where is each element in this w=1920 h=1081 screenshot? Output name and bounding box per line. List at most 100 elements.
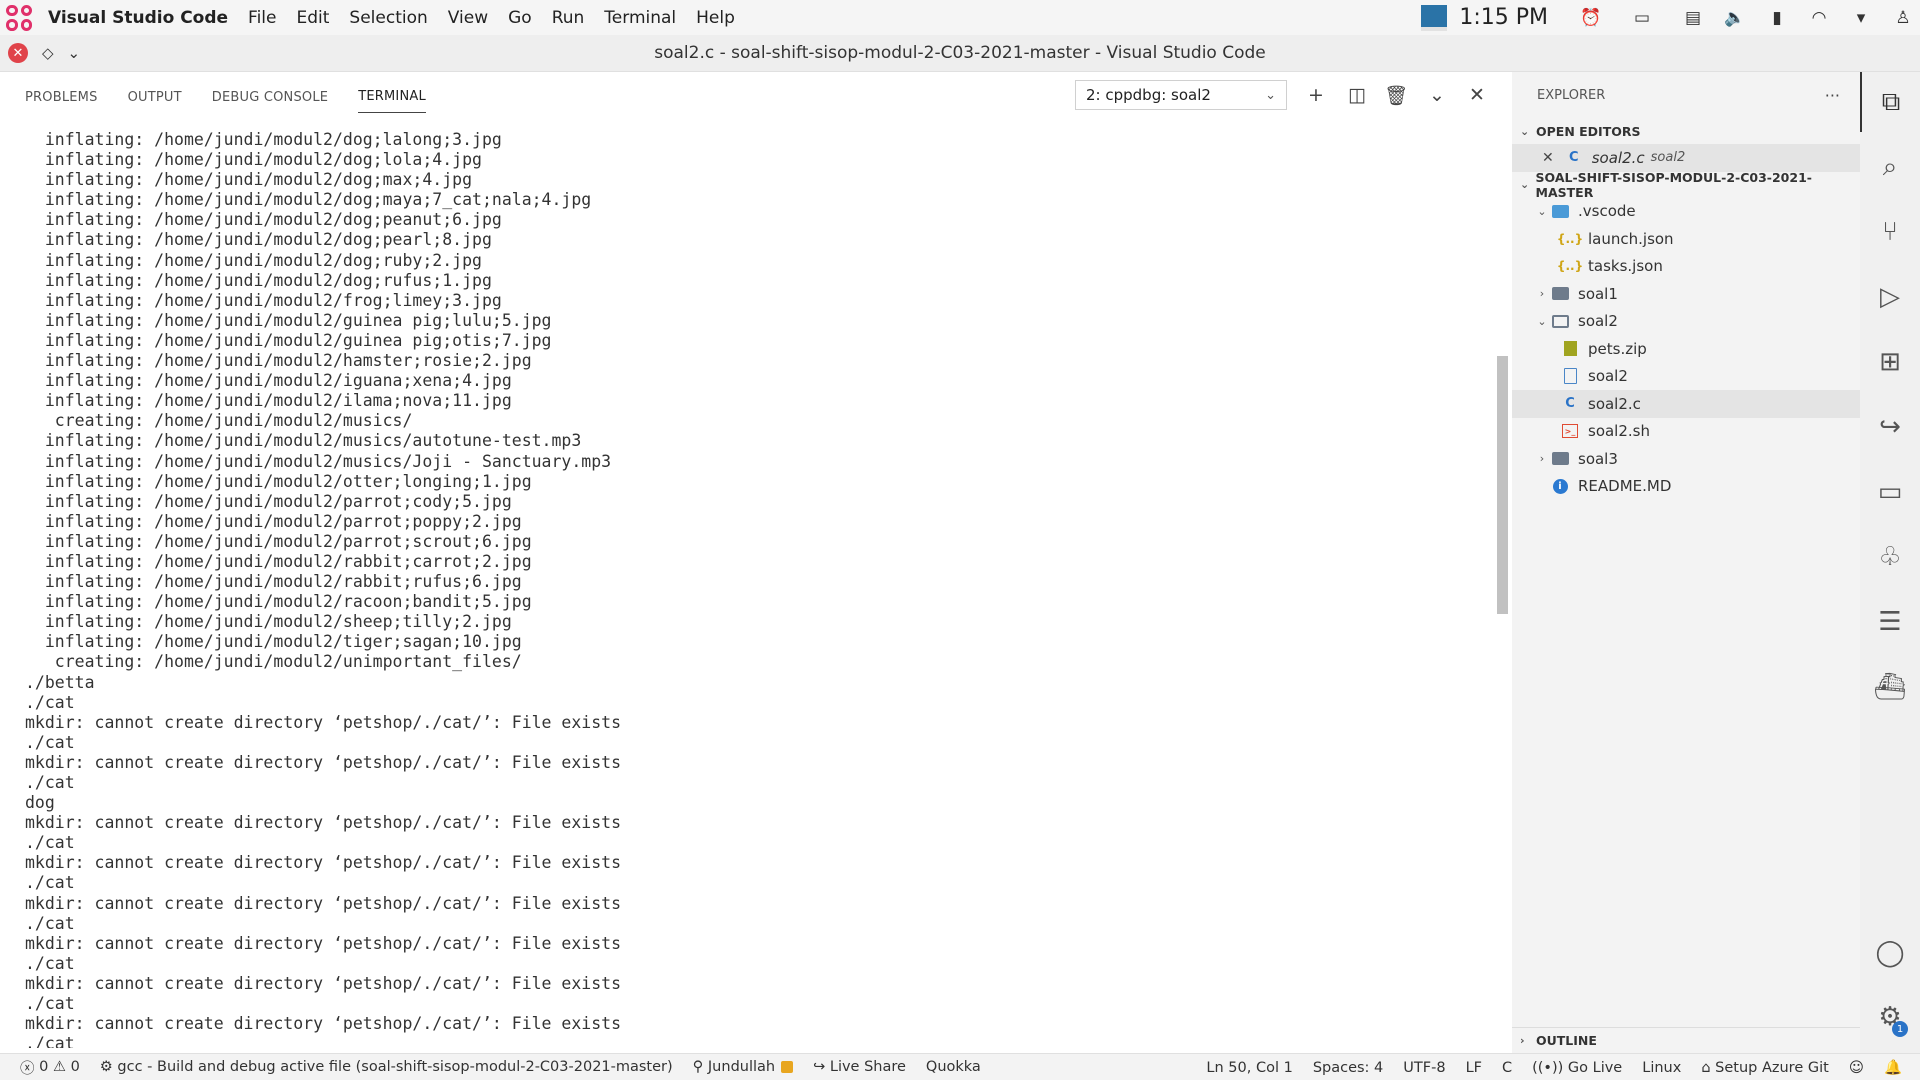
battery-icon[interactable]: ▮ <box>1766 8 1788 28</box>
chevron-right-icon[interactable]: › <box>1534 452 1550 465</box>
explorer-icon[interactable]: ⧉ <box>1860 72 1920 132</box>
tree-item[interactable]: {..} launch.json <box>1512 225 1860 253</box>
tree-item[interactable]: {..} tasks.json <box>1512 253 1860 281</box>
quokka-status[interactable]: Quokka <box>926 1059 981 1075</box>
menu-help[interactable]: Help <box>696 8 735 28</box>
encoding[interactable]: UTF-8 <box>1403 1060 1445 1076</box>
terminal-line: inflating: /home/jundi/modul2/dog;lalong… <box>25 130 502 149</box>
problems-status[interactable]: ⓧ 0 ⚠ 0 <box>20 1057 80 1078</box>
file-icon <box>1560 367 1580 385</box>
menu-selection[interactable]: Selection <box>349 8 427 28</box>
close-panel-icon[interactable]: ✕ <box>1466 84 1488 106</box>
remote-explorer-icon[interactable]: ▭ <box>1860 462 1920 522</box>
clock[interactable]: 1:15 PM <box>1459 5 1548 30</box>
wifi-icon[interactable]: ◠ <box>1808 8 1830 28</box>
end-of-line[interactable]: LF <box>1466 1060 1482 1076</box>
tree-icon[interactable]: ♧ <box>1860 527 1920 587</box>
platform-status[interactable]: Linux <box>1642 1060 1681 1076</box>
cursor-position[interactable]: Ln 50, Col 1 <box>1206 1060 1292 1076</box>
database-icon[interactable]: ☰ <box>1860 592 1920 652</box>
broadcast-icon: ((•)) <box>1532 1059 1568 1076</box>
terminal-output[interactable]: inflating: /home/jundi/modul2/dog;lalong… <box>25 130 1485 1048</box>
dropdown-arrow-icon[interactable]: ▾ <box>1850 8 1872 28</box>
tree-item[interactable]: pets.zip <box>1512 335 1860 363</box>
notifications-bell-icon[interactable]: 🔔 <box>1884 1059 1902 1076</box>
open-editors-label: OPEN EDITORS <box>1536 123 1641 139</box>
terminal-tray-icon[interactable]: ▭ <box>1622 8 1662 28</box>
feedback-icon[interactable]: ☺ <box>1849 1060 1864 1076</box>
extensions-icon[interactable]: ⊞ <box>1860 332 1920 392</box>
split-terminal-icon[interactable]: ◫ <box>1346 84 1368 106</box>
workspace-indicator-icon[interactable] <box>1421 4 1448 31</box>
tab-debug-console[interactable]: DEBUG CONSOLE <box>212 78 328 113</box>
outline-section[interactable]: › OUTLINE <box>1512 1027 1860 1053</box>
folder-open-icon <box>1550 312 1570 330</box>
tree-item[interactable]: soal2 <box>1512 363 1860 391</box>
close-window-button[interactable]: ✕ <box>8 43 28 63</box>
terminal-line: inflating: /home/jundi/modul2/frog;limey… <box>25 290 502 310</box>
indentation[interactable]: Spaces: 4 <box>1313 1060 1383 1076</box>
tree-item[interactable]: › soal3 <box>1512 445 1860 473</box>
chevron-right-icon[interactable]: › <box>1534 287 1550 300</box>
live-share-status[interactable]: ↪ Live Share <box>813 1059 906 1075</box>
terminal-line: mkdir: cannot create directory ‘petshop/… <box>25 933 622 953</box>
language-mode[interactable]: C <box>1502 1060 1512 1076</box>
new-terminal-icon[interactable]: + <box>1305 84 1327 106</box>
live-share-icon[interactable]: ↪ <box>1860 397 1920 457</box>
user-icon[interactable]: ♙ <box>1892 8 1914 28</box>
terminal-line: dog <box>25 793 55 813</box>
vscode-folder-icon <box>1550 202 1570 220</box>
workspace-section[interactable]: ⌄ SOAL-SHIFT-SISOP-MODUL-2-C03-2021-MAST… <box>1512 169 1860 200</box>
tree-item[interactable]: i README.MD <box>1512 473 1860 501</box>
menu-view[interactable]: View <box>448 8 488 28</box>
alarm-icon[interactable]: ⏰ <box>1580 8 1602 28</box>
tree-item[interactable]: >_ soal2.sh <box>1512 418 1860 446</box>
menu-terminal[interactable]: Terminal <box>604 8 676 28</box>
run-debug-icon[interactable]: ▷ <box>1860 267 1920 327</box>
terminal-select[interactable]: 2: cppdbg: soal2 ⌄ <box>1075 80 1287 110</box>
search-icon[interactable]: ⌕ <box>1860 137 1920 197</box>
open-editor-item[interactable]: ✕ C soal2.c soal2 <box>1512 144 1860 172</box>
menu-run[interactable]: Run <box>552 8 585 28</box>
settings-gear-icon[interactable]: ⚙ 1 <box>1860 987 1920 1047</box>
source-control-icon[interactable]: ⑂ <box>1860 202 1920 262</box>
tree-item[interactable]: Csoal2.c <box>1512 390 1860 418</box>
status-bar: ⓧ 0 ⚠ 0 ⚙ gcc - Build and debug active f… <box>0 1053 1920 1080</box>
terminal-scrollbar[interactable] <box>1497 356 1508 614</box>
tree-item[interactable]: ⌄ soal2 <box>1512 308 1860 336</box>
chevron-down-icon[interactable]: ⌄ <box>1534 205 1550 218</box>
json-icon: {..} <box>1556 259 1584 274</box>
docker-icon[interactable]: ⛴ <box>1860 657 1920 717</box>
git-user-status[interactable]: ⚲ Jundullah <box>693 1059 794 1075</box>
tree-item[interactable]: ⌄ .vscode <box>1512 198 1860 226</box>
maximize-panel-icon[interactable]: ⌄ <box>1426 84 1448 106</box>
workspace-label: SOAL-SHIFT-SISOP-MODUL-2-C03-2021-MASTER <box>1535 169 1812 200</box>
accounts-icon[interactable]: ◯ <box>1860 923 1920 983</box>
clipboard-icon[interactable]: ▤ <box>1682 8 1704 28</box>
app-launcher-icon[interactable] <box>4 3 34 33</box>
terminal-line: inflating: /home/jundi/modul2/dog;rufus;… <box>25 270 492 290</box>
more-actions-icon[interactable]: ··· <box>1825 86 1840 105</box>
menu-file[interactable]: File <box>248 8 276 28</box>
window-menu-chevron-icon[interactable]: ⌄ <box>68 44 81 62</box>
menu-go[interactable]: Go <box>508 8 532 28</box>
tab-terminal[interactable]: TERMINAL <box>358 77 426 113</box>
tree-item[interactable]: › soal1 <box>1512 280 1860 308</box>
menu-edit[interactable]: Edit <box>297 8 330 28</box>
build-task-status[interactable]: ⚙ gcc - Build and debug active file (soa… <box>100 1059 673 1075</box>
kill-terminal-icon[interactable]: 🗑 <box>1384 84 1408 107</box>
terminal-line: inflating: /home/jundi/modul2/dog;lola;4… <box>25 150 482 170</box>
chevron-down-icon[interactable]: ⌄ <box>1534 315 1550 328</box>
close-editor-icon[interactable]: ✕ <box>1542 150 1554 166</box>
tree-item-label: soal3 <box>1578 449 1618 468</box>
chevron-down-icon: ⌄ <box>1520 124 1530 138</box>
tab-problems[interactable]: PROBLEMS <box>25 78 98 113</box>
tab-output[interactable]: OUTPUT <box>128 78 182 113</box>
terminal-line: inflating: /home/jundi/modul2/parrot;scr… <box>25 531 532 551</box>
azure-status[interactable]: ⌂ Setup Azure Git <box>1701 1060 1829 1076</box>
terminal-line: ./cat <box>25 692 75 712</box>
window-diamond-icon[interactable]: ◇ <box>42 44 54 62</box>
volume-icon[interactable]: 🔈 <box>1724 8 1746 28</box>
open-editors-section[interactable]: ⌄ OPEN EDITORS <box>1512 118 1860 144</box>
go-live-status[interactable]: ((•)) Go Live <box>1532 1060 1622 1076</box>
